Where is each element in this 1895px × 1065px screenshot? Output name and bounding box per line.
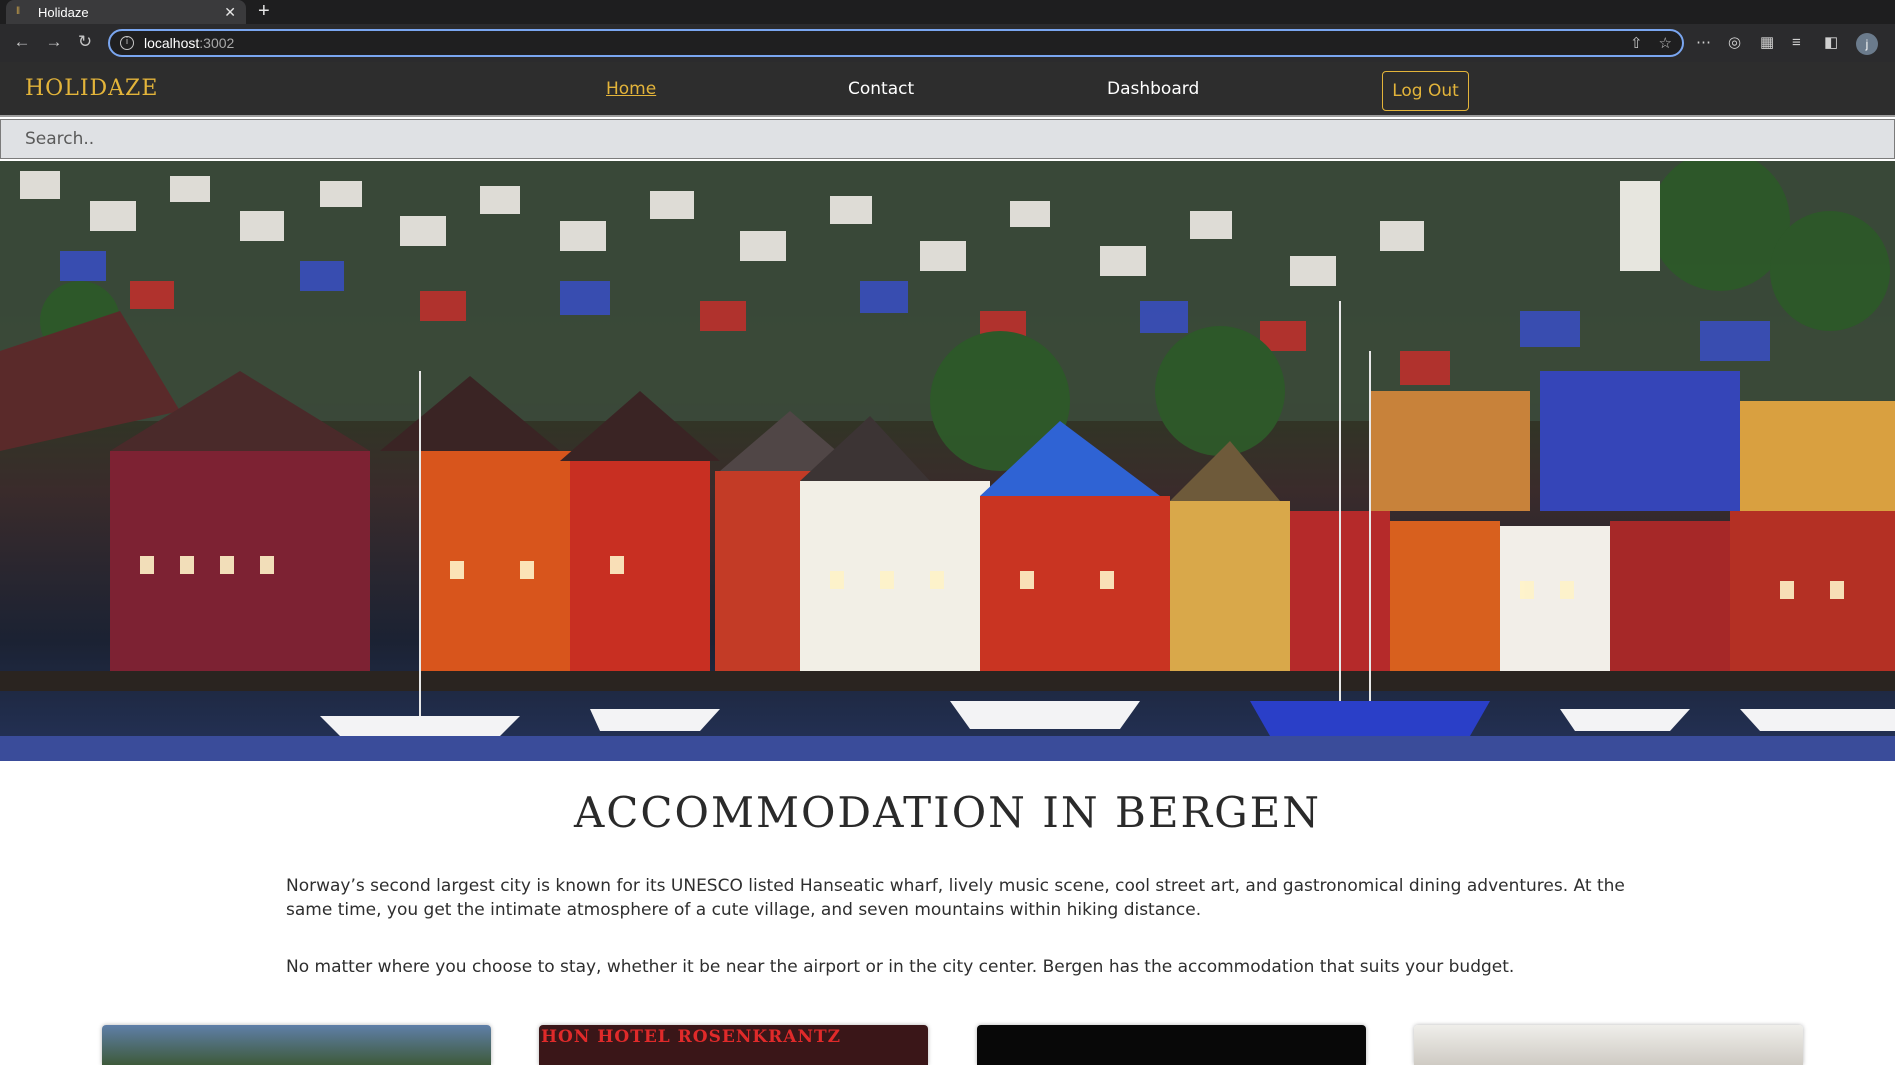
- site-info-icon[interactable]: i: [120, 36, 134, 50]
- nav-link-home[interactable]: Home: [606, 79, 656, 99]
- hero-image: [0, 161, 1895, 761]
- page-title: ACCOMMODATION IN BERGEN: [573, 788, 1322, 837]
- close-tab-icon[interactable]: ✕: [224, 4, 236, 21]
- extension-dots-icon[interactable]: ⋯: [1696, 33, 1711, 53]
- card-image-sign: HON HOTEL ROSENKRANTZ: [541, 1027, 842, 1047]
- reload-icon[interactable]: ↻: [75, 32, 95, 52]
- site-navbar: HOLIDAZE Home Contact Dashboard Log Out: [0, 62, 1895, 117]
- tab-title: Holidaze: [38, 4, 89, 20]
- accommodation-card[interactable]: [102, 1025, 491, 1065]
- forward-arrow-icon[interactable]: →: [44, 32, 64, 52]
- reading-list-icon[interactable]: ≡: [1792, 33, 1801, 53]
- browser-tab[interactable]: ‖ Holidaze ✕: [6, 0, 246, 24]
- url-host: localhost: [144, 35, 200, 51]
- nav-link-contact[interactable]: Contact: [848, 79, 914, 99]
- share-icon[interactable]: ⇧: [1630, 34, 1643, 52]
- nav-link-dashboard[interactable]: Dashboard: [1107, 79, 1199, 99]
- budget-paragraph: No matter where you choose to stay, whet…: [286, 957, 1515, 977]
- new-tab-icon[interactable]: +: [258, 0, 270, 24]
- browser-tab-bar: ‖ Holidaze ✕ +: [0, 0, 1895, 24]
- address-bar[interactable]: i localhost:3002 ⇧ ☆: [108, 29, 1684, 57]
- url-port: :3002: [199, 35, 235, 51]
- back-arrow-icon[interactable]: ←: [12, 32, 32, 52]
- bookmark-star-icon[interactable]: ☆: [1659, 34, 1672, 52]
- extensions-puzzle-icon[interactable]: ▦: [1760, 33, 1774, 53]
- side-panel-icon[interactable]: ◧: [1824, 33, 1838, 53]
- hero-illustration: [0, 161, 1895, 761]
- search-input[interactable]: [0, 119, 1895, 159]
- accommodation-card[interactable]: [977, 1025, 1366, 1065]
- browser-toolbar: ← → ↻ i localhost:3002 ⇧ ☆ ⋯ ◎ ▦ ≡ ◧ j: [0, 24, 1895, 62]
- accommodation-card[interactable]: HON HOTEL ROSENKRANTZ: [539, 1025, 928, 1065]
- intro-paragraph: Norway’s second largest city is known fo…: [286, 876, 1625, 920]
- accommodation-card[interactable]: [1414, 1025, 1803, 1065]
- profile-avatar[interactable]: j: [1856, 33, 1878, 55]
- site-favicon-icon: ‖: [16, 6, 21, 17]
- brand-logo[interactable]: HOLIDAZE: [25, 76, 158, 101]
- logout-button[interactable]: Log Out: [1382, 71, 1469, 111]
- extension-circle-icon[interactable]: ◎: [1728, 33, 1741, 53]
